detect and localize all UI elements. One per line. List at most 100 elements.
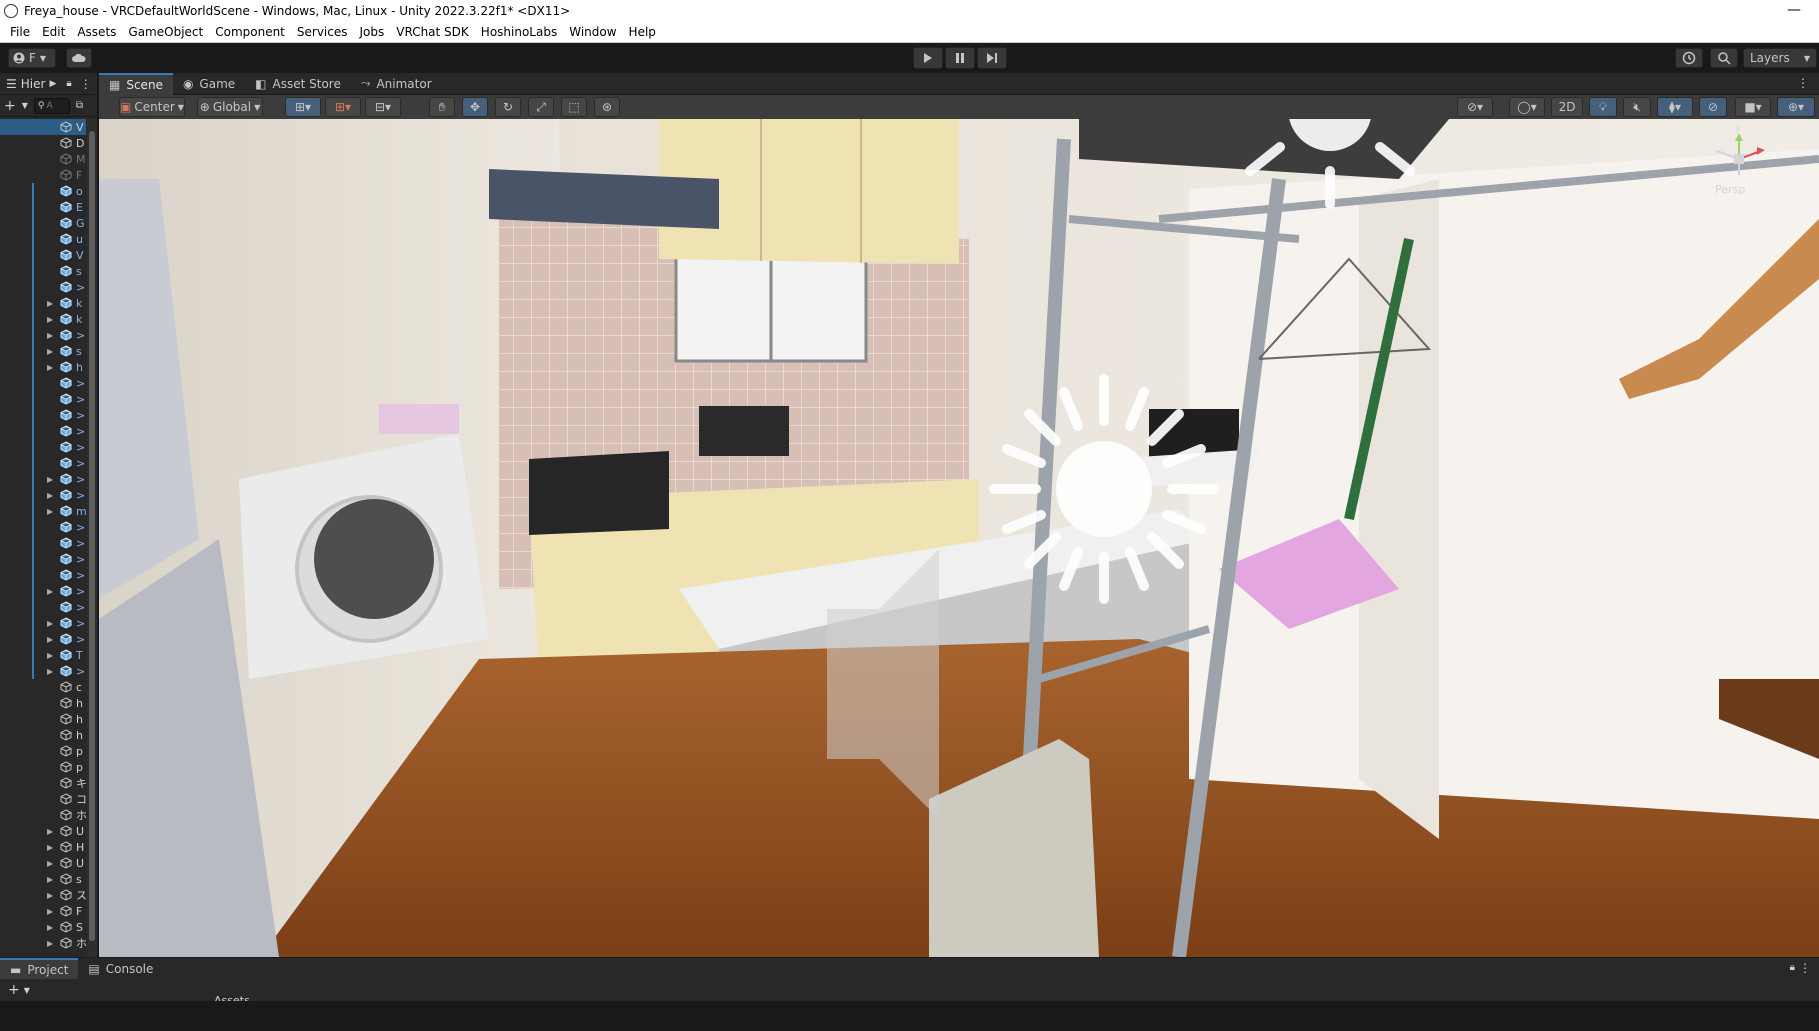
hierarchy-item[interactable]: > [0, 423, 86, 439]
menu-gameobject[interactable]: GameObject [122, 25, 209, 39]
hierarchy-item[interactable]: ▶ U [0, 855, 86, 871]
tab-asset-store[interactable]: ◧ Asset Store [245, 73, 351, 95]
chevron-down-icon[interactable]: ▼ [22, 101, 28, 110]
hierarchy-item[interactable]: F [0, 167, 86, 183]
hierarchy-item[interactable]: > [0, 375, 86, 391]
lock-icon[interactable]: 🔒︎ [1790, 962, 1795, 973]
menu-help[interactable]: Help [623, 25, 662, 39]
expand-arrow-icon[interactable]: ▶ [47, 667, 53, 676]
hierarchy-item[interactable]: ▶ F [0, 903, 86, 919]
tab-animator[interactable]: ⤳ Animator [351, 73, 442, 95]
hierarchy-item[interactable]: V [0, 247, 86, 263]
menu-window[interactable]: Window [563, 25, 622, 39]
menu-assets[interactable]: Assets [71, 25, 122, 39]
hierarchy-item[interactable]: ▶ k [0, 311, 86, 327]
camera-dropdown[interactable]: ■▾ [1735, 97, 1771, 117]
hierarchy-item[interactable]: ▶ > [0, 583, 86, 599]
hierarchy-item[interactable]: G [0, 215, 86, 231]
expand-arrow-icon[interactable]: ▶ [47, 315, 53, 324]
hierarchy-item[interactable]: ▶ > [0, 327, 86, 343]
expand-arrow-icon[interactable]: ▶ [47, 363, 53, 372]
hierarchy-item[interactable]: ▶ U [0, 823, 86, 839]
hierarchy-item[interactable]: ▶ k [0, 295, 86, 311]
expand-arrow-icon[interactable]: ▶ [47, 875, 53, 884]
tab-project[interactable]: ▬ Project [0, 957, 79, 980]
expand-arrow-icon[interactable]: ▶ [47, 619, 53, 628]
expand-arrow-icon[interactable]: ▶ [47, 507, 53, 516]
hierarchy-item[interactable]: > [0, 599, 86, 615]
lock-icon[interactable]: 🔒︎ [66, 78, 71, 89]
chevron-down-icon[interactable]: ▼ [24, 986, 30, 995]
grid-snap-button[interactable]: ⊞▾ [285, 97, 321, 117]
menu-jobs[interactable]: Jobs [354, 25, 391, 39]
hierarchy-item[interactable]: > [0, 439, 86, 455]
expand-arrow-icon[interactable]: ▶ [47, 491, 53, 500]
mode-2d-button[interactable]: 2D [1551, 97, 1583, 117]
minimize-button[interactable]: — [1787, 2, 1801, 18]
expand-arrow-icon[interactable]: ▶ [47, 843, 53, 852]
pivot-space-dropdown[interactable]: ⊕ Global ▼ [197, 97, 263, 117]
hand-tool-button[interactable]: ✋︎ [429, 97, 455, 117]
search-button[interactable] [1710, 48, 1738, 68]
hierarchy-item[interactable]: p [0, 743, 86, 759]
lighting-toggle[interactable]: 💡︎ [1589, 97, 1617, 117]
hierarchy-item[interactable]: ▶ T [0, 647, 86, 663]
kebab-menu-icon[interactable]: ⋮ [80, 77, 92, 91]
expand-arrow-icon[interactable]: ▶ [47, 651, 53, 660]
layers-dropdown[interactable]: Layers ▼ [1743, 48, 1817, 68]
pause-button[interactable] [945, 47, 975, 69]
hierarchy-search-input[interactable]: ⚲ A [33, 97, 70, 114]
hierarchy-item[interactable]: ▶ > [0, 471, 86, 487]
rect-tool-button[interactable]: ⬚ [561, 97, 587, 117]
kebab-menu-icon[interactable]: ⋮ [1797, 76, 1809, 90]
hierarchy-item[interactable]: > [0, 535, 86, 551]
hierarchy-item[interactable]: > [0, 567, 86, 583]
hierarchy-item[interactable]: p [0, 759, 86, 775]
expand-arrow-icon[interactable]: ▶ [47, 923, 53, 932]
hierarchy-item[interactable]: キ [0, 775, 86, 791]
tab-scene[interactable]: ▦ Scene [99, 72, 173, 95]
expand-arrow-icon[interactable]: ▶ [47, 891, 53, 900]
hierarchy-item[interactable]: D [0, 135, 86, 151]
hierarchy-item[interactable]: > [0, 551, 86, 567]
scale-tool-button[interactable]: ⤢ [528, 97, 554, 117]
menu-file[interactable]: File [4, 25, 36, 39]
add-button[interactable]: + [8, 982, 20, 998]
hierarchy-item[interactable]: コ [0, 791, 86, 807]
hierarchy-item[interactable]: ▶ > [0, 487, 86, 503]
hierarchy-item[interactable]: > [0, 279, 86, 295]
hierarchy-item[interactable]: ▶ h [0, 359, 86, 375]
hierarchy-item[interactable]: E [0, 199, 86, 215]
expand-arrow-icon[interactable]: ▶ [47, 635, 53, 644]
menu-edit[interactable]: Edit [36, 25, 71, 39]
transform-tool-button[interactable]: ⊛ [594, 97, 620, 117]
tab-console[interactable]: ▤ Console [78, 958, 163, 980]
shading-mode-dropdown[interactable]: ◯▾ [1509, 97, 1545, 117]
expand-arrow-icon[interactable]: ▶ [47, 859, 53, 868]
move-tool-button[interactable]: ✥ [462, 97, 488, 117]
increment-snap-button[interactable]: ⊞▾ [325, 97, 361, 117]
expand-arrow-icon[interactable]: ▶ [47, 939, 53, 948]
hierarchy-item[interactable]: > [0, 455, 86, 471]
hierarchy-tab[interactable]: ☰ Hier ▶ 🔒︎ ⋮ [0, 73, 97, 95]
hierarchy-item[interactable]: ▶ ホ [0, 935, 86, 951]
hierarchy-item[interactable]: s [0, 263, 86, 279]
hierarchy-item[interactable]: ▶ s [0, 343, 86, 359]
scene-visibility-toggle[interactable]: ⊘ [1699, 97, 1727, 117]
expand-arrow-icon[interactable]: ▶ [47, 907, 53, 916]
hierarchy-item[interactable]: M [0, 151, 86, 167]
expand-arrow-icon[interactable]: ▶ [47, 347, 53, 356]
hierarchy-item[interactable]: o [0, 183, 86, 199]
expand-arrow-icon[interactable]: ▶ [47, 827, 53, 836]
persp-label[interactable]: Persp [1715, 183, 1745, 196]
expand-arrow-icon[interactable]: ▶ [47, 475, 53, 484]
menu-vrchat-sdk[interactable]: VRChat SDK [390, 25, 475, 39]
expand-arrow-icon[interactable]: ▶ [47, 331, 53, 340]
menu-hoshinolabs[interactable]: HoshinoLabs [475, 25, 563, 39]
menu-services[interactable]: Services [291, 25, 354, 39]
pivot-mode-dropdown[interactable]: ▣ Center ▼ [119, 97, 185, 117]
hierarchy-item[interactable]: u [0, 231, 86, 247]
grid-visibility-button[interactable]: ⊟▾ [365, 97, 401, 117]
scene-viewport[interactable]: y Persp [99, 119, 1819, 957]
expand-arrow-icon[interactable]: ▶ [47, 587, 53, 596]
